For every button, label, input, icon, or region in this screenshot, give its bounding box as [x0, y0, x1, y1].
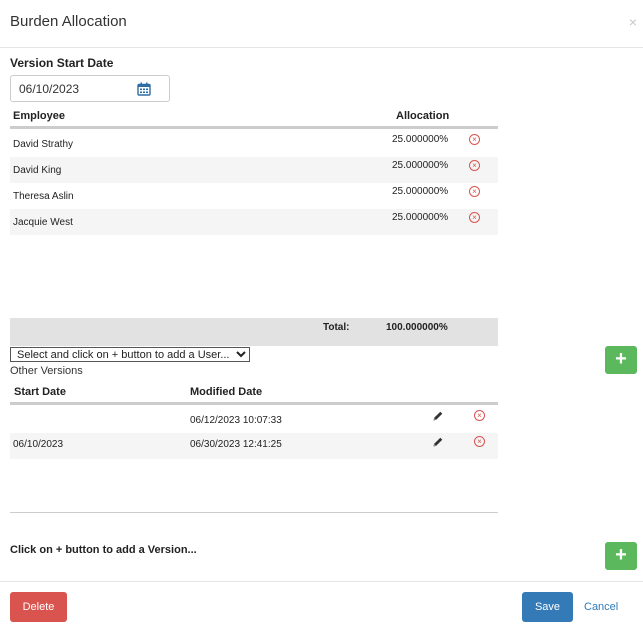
allocation-value: 25.000000%	[392, 212, 449, 223]
add-user-select[interactable]: Select and click on + button to add a Us…	[10, 347, 250, 362]
version-row[interactable]: 06/10/2023 06/30/2023 12:41:25 ×	[10, 433, 498, 459]
allocation-value: 25.000000%	[392, 186, 449, 197]
burden-allocation-dialog: Burden Allocation × Version Start Date E…	[0, 0, 643, 633]
close-icon[interactable]: ×	[629, 14, 637, 30]
plus-icon: +	[615, 544, 627, 566]
version-start-date: 06/10/2023	[13, 439, 64, 450]
delete-version-icon[interactable]: ×	[474, 410, 485, 421]
version-start-date-label: Version Start Date	[10, 56, 114, 70]
version-row[interactable]: 06/12/2023 10:07:33 ×	[10, 407, 498, 433]
edit-version-icon[interactable]	[432, 436, 444, 448]
allocation-row[interactable]: Jacquie West 25.000000% ×	[10, 209, 498, 235]
remove-employee-icon[interactable]: ×	[469, 212, 480, 223]
versions-divider	[10, 512, 498, 513]
employee-name: Jacquie West	[13, 217, 73, 228]
versions-grid-header: Start Date Modified Date	[10, 383, 498, 405]
cancel-link[interactable]: Cancel	[584, 592, 634, 622]
allocation-row[interactable]: Theresa Aslin 25.000000% ×	[10, 183, 498, 209]
add-user-button[interactable]: +	[605, 346, 637, 374]
allocation-value: 25.000000%	[392, 160, 449, 171]
total-label: Total:	[323, 322, 350, 333]
delete-button[interactable]: Delete	[10, 592, 67, 622]
remove-employee-icon[interactable]: ×	[469, 134, 480, 145]
dialog-title: Burden Allocation	[10, 13, 127, 30]
remove-employee-icon[interactable]: ×	[469, 160, 480, 171]
employee-column-header[interactable]: Employee	[13, 110, 65, 122]
employee-name: David King	[13, 165, 62, 176]
calendar-icon[interactable]	[137, 82, 151, 96]
allocation-row[interactable]: David Strathy 25.000000% ×	[10, 131, 498, 157]
allocation-value: 25.000000%	[392, 134, 449, 145]
add-version-button[interactable]: +	[605, 542, 637, 570]
footer-divider	[0, 581, 643, 582]
version-modified-date: 06/12/2023 10:07:33	[190, 415, 282, 426]
allocation-row[interactable]: David King 25.000000% ×	[10, 157, 498, 183]
employee-name: David Strathy	[13, 139, 74, 150]
allocation-column-header[interactable]: Allocation	[396, 110, 449, 122]
allocation-grid-header: Employee Allocation	[10, 107, 498, 129]
delete-version-icon[interactable]: ×	[474, 436, 485, 447]
dialog-header: Burden Allocation ×	[0, 0, 643, 48]
plus-icon: +	[615, 348, 627, 370]
version-start-date-input[interactable]	[19, 80, 137, 98]
version-start-date-field[interactable]	[10, 75, 170, 102]
save-button[interactable]: Save	[522, 592, 573, 622]
employee-name: Theresa Aslin	[13, 191, 74, 202]
start-date-column-header[interactable]: Start Date	[14, 386, 66, 398]
version-modified-date: 06/30/2023 12:41:25	[190, 439, 282, 450]
add-version-hint: Click on + button to add a Version...	[10, 544, 197, 556]
other-versions-label: Other Versions	[10, 365, 83, 377]
edit-version-icon[interactable]	[432, 410, 444, 422]
remove-employee-icon[interactable]: ×	[469, 186, 480, 197]
total-value: 100.000000%	[386, 322, 448, 333]
allocation-total-bar: Total: 100.000000%	[10, 318, 498, 346]
modified-date-column-header[interactable]: Modified Date	[190, 386, 262, 398]
